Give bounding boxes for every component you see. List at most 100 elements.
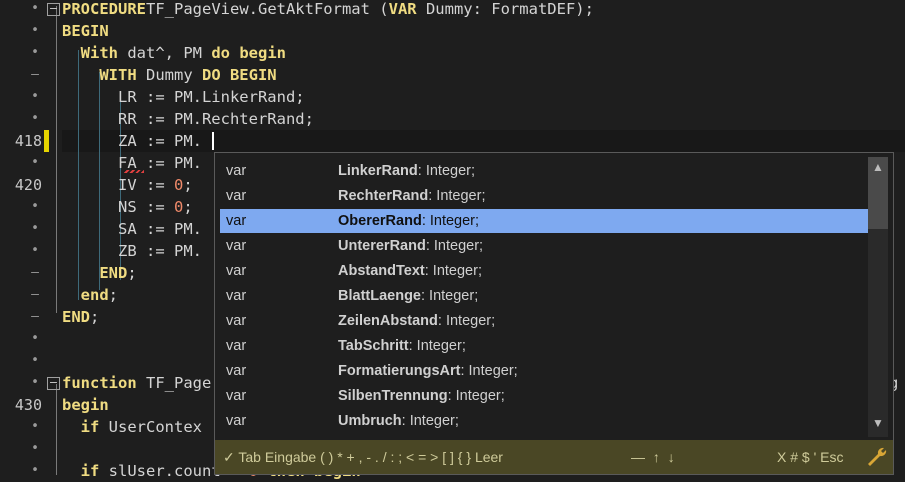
code-text[interactable]: NS := 0; xyxy=(62,196,193,218)
line-number: 420 xyxy=(14,176,42,194)
line-marker: – xyxy=(31,287,39,302)
completion-signature: Umbruch: Integer; xyxy=(338,409,459,433)
line-marker: • xyxy=(31,89,39,104)
completion-type: : Integer; xyxy=(408,338,466,354)
text-caret xyxy=(212,132,214,150)
code-token: ; xyxy=(108,286,119,304)
completion-item[interactable]: var LinkerRand: Integer; xyxy=(220,159,868,183)
navigation-keys-hint: — ↑ ↓ xyxy=(631,449,677,465)
code-text[interactable]: ZB := PM. xyxy=(62,240,202,262)
completion-item[interactable]: var FormatierungsArt: Integer; xyxy=(220,359,868,383)
code-token: NS := xyxy=(62,198,174,216)
completion-name: SilbenTrennung xyxy=(338,388,448,404)
code-token: Dummy xyxy=(136,66,202,84)
code-text[interactable]: END; xyxy=(62,306,99,328)
completion-signature: RechterRand: Integer; xyxy=(338,184,485,208)
completion-signature: AbstandText: Integer; xyxy=(338,259,482,283)
completion-statusbar: ✓ Tab Eingabe ( ) * + , - . / : ; < = > … xyxy=(215,440,893,474)
code-text[interactable]: begin xyxy=(62,394,109,416)
code-token: ; xyxy=(183,198,193,216)
completion-kind: var xyxy=(226,388,247,404)
keyword-token: VAR xyxy=(388,0,417,18)
code-token: SA := PM. xyxy=(62,220,202,238)
keyword-token: With xyxy=(80,44,118,62)
code-text[interactable]: function TF_Page xyxy=(62,372,211,394)
code-line[interactable]: – WITH Dummy DO BEGIN xyxy=(0,64,905,86)
code-line[interactable]: • With dat^, PM do begin xyxy=(0,42,905,64)
code-text[interactable]: end; xyxy=(62,284,118,306)
completion-name: UntererRand xyxy=(338,238,426,254)
code-text[interactable]: IV := 0; xyxy=(62,174,193,196)
code-line[interactable]: • LR := PM.LinkerRand; xyxy=(0,86,905,108)
code-text[interactable]: PROCEDURETF_PageView.GetAktFormat (VAR D… xyxy=(62,0,594,20)
line-marker: • xyxy=(31,111,39,126)
completion-signature: ZeilenAbstand: Integer; xyxy=(338,309,495,333)
completion-name: ZeilenAbstand xyxy=(338,313,438,329)
completion-item[interactable]: var RechterRand: Integer; xyxy=(220,184,868,208)
completion-type: : Integer; xyxy=(447,388,505,404)
line-marker: • xyxy=(31,353,39,368)
line-marker: • xyxy=(31,419,39,434)
completion-type: : Integer; xyxy=(401,413,459,429)
line-marker: • xyxy=(31,155,39,170)
code-text[interactable]: END; xyxy=(62,262,136,284)
code-text[interactable]: RR := PM.RechterRand; xyxy=(62,108,314,130)
code-line[interactable]: • PROCEDURETF_PageView.GetAktFormat (VAR … xyxy=(0,0,905,20)
code-completion-popup[interactable]: var LinkerRand: Integer; var RechterRand: I… xyxy=(214,152,894,475)
completion-name: BlattLaenge xyxy=(338,288,421,304)
line-marker: • xyxy=(31,441,39,456)
completion-item[interactable]: var AbstandText: Integer; xyxy=(220,259,868,283)
code-text[interactable]: ZA := PM. xyxy=(62,130,202,152)
fold-toggle-icon[interactable]: − xyxy=(47,3,60,16)
code-token: RR := PM.RechterRand; xyxy=(62,110,314,128)
keyword-token: DO BEGIN xyxy=(201,66,277,84)
completion-item[interactable]: var ZeilenAbstand: Integer; xyxy=(220,309,868,333)
wrench-icon[interactable] xyxy=(864,444,888,468)
completion-kind: var xyxy=(226,213,247,229)
completion-type: : Integer; xyxy=(437,313,496,329)
line-marker: • xyxy=(31,463,39,478)
code-text[interactable]: BEGIN xyxy=(62,20,109,42)
completion-type: : Integer; xyxy=(421,213,480,229)
code-text[interactable]: With dat^, PM do begin xyxy=(62,42,286,64)
code-line[interactable]: • BEGIN xyxy=(0,20,905,42)
completion-item[interactable]: var TabSchritt: Integer; xyxy=(220,334,868,358)
completion-name: Umbruch xyxy=(338,413,402,429)
line-marker: • xyxy=(31,331,39,346)
scroll-up-icon[interactable]: ▲ xyxy=(868,157,888,177)
code-text[interactable]: LR := PM.LinkerRand; xyxy=(62,86,305,108)
completion-signature: ObererRand: Integer; xyxy=(338,209,479,233)
keyword-token: do begin xyxy=(211,44,286,62)
completion-kind: var xyxy=(226,413,247,429)
completion-item[interactable]: var SilbenTrennung: Integer; xyxy=(220,384,868,408)
completion-type: : Integer; xyxy=(421,288,479,304)
completion-type: : Integer; xyxy=(425,238,484,254)
code-token: LR := PM.LinkerRand; xyxy=(62,88,305,106)
completion-signature: LinkerRand: Integer; xyxy=(338,159,475,183)
line-marker: – xyxy=(31,309,39,324)
completion-item[interactable]: var Umbruch: Integer; xyxy=(220,409,868,433)
completion-kind: var xyxy=(226,188,247,204)
code-token: TF_PageView.GetAktFormat ( xyxy=(146,0,389,18)
code-line[interactable]: 418 ZA := PM. xyxy=(0,130,905,152)
scroll-down-icon[interactable]: ▼ xyxy=(868,413,888,433)
completion-item[interactable]: var UntererRand: Integer; xyxy=(220,234,868,258)
fold-toggle-icon[interactable]: − xyxy=(47,377,60,390)
completion-signature: FormatierungsArt: Integer; xyxy=(338,359,518,383)
completion-name: RechterRand xyxy=(338,188,429,204)
completion-item[interactable]: var BlattLaenge: Integer; xyxy=(220,284,868,308)
code-text[interactable]: if UserContex xyxy=(62,416,202,438)
completion-item[interactable]: var ObererRand: Integer; xyxy=(220,209,868,233)
keyword-token: end xyxy=(80,286,109,304)
code-text[interactable]: WITH Dummy DO BEGIN xyxy=(62,64,277,86)
completion-signature: TabSchritt: Integer; xyxy=(338,334,466,358)
code-token: ZB := PM. xyxy=(62,242,202,260)
completion-type: : Integer; xyxy=(417,163,475,179)
code-line[interactable]: • RR := PM.RechterRand; xyxy=(0,108,905,130)
completion-name: LinkerRand xyxy=(338,163,418,179)
code-text[interactable]: SA := PM. xyxy=(62,218,202,240)
